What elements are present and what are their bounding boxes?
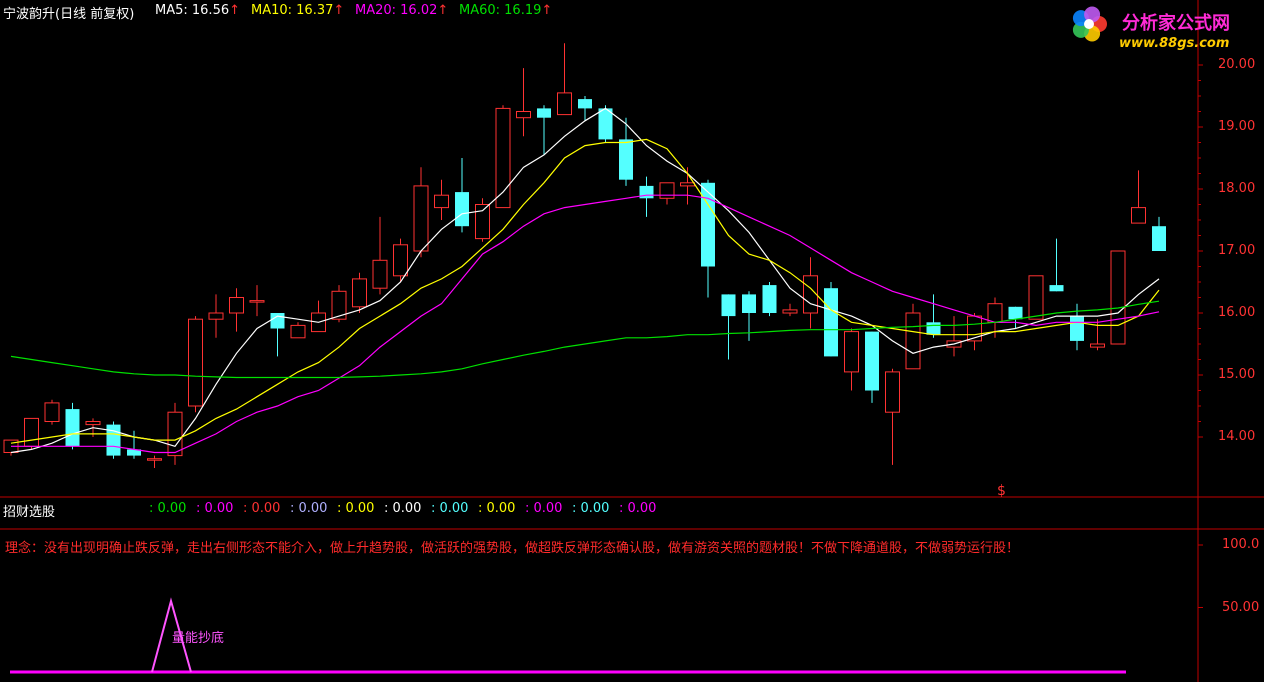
candle-body-down <box>762 285 777 313</box>
candle-body-down <box>106 424 121 456</box>
candle-body-up <box>1131 207 1146 224</box>
candle-body-up <box>393 244 408 277</box>
candle-body-up <box>24 417 39 447</box>
price-tick-label: 16.00 <box>1218 305 1256 320</box>
candle-body-down <box>619 139 633 180</box>
candle-body-up <box>680 182 695 187</box>
candle-body-down <box>824 288 838 357</box>
candle-body-down <box>1070 316 1084 341</box>
candle-body-up <box>1090 343 1105 348</box>
candle-body-up <box>167 411 183 457</box>
candle-body-down <box>742 294 756 313</box>
indicator-value: : 0.00 <box>243 501 281 516</box>
ma5-line <box>10 107 1160 454</box>
indicator-value: : 0.00 <box>196 501 234 516</box>
candle-body-down <box>270 313 285 329</box>
indicator-tick-label: 100.0 <box>1222 537 1260 552</box>
candle-body-up <box>352 278 367 308</box>
candle-body-up <box>516 111 531 119</box>
ma60-legend: MA60: 16.19↑ <box>459 3 553 18</box>
candle-body-down <box>1008 306 1023 320</box>
candle-body-up <box>557 92 572 116</box>
indicator-name: 招财选股 <box>3 505 56 520</box>
ma5-legend: MA5: 16.56↑ <box>155 3 241 18</box>
candle-body-up <box>229 297 244 314</box>
indicator-value: : 0.00 <box>525 501 563 516</box>
candle-body-up <box>659 182 675 199</box>
candle-body-up <box>290 324 306 339</box>
indicator-value: : 0.00 <box>337 501 375 516</box>
ma20-legend: MA20: 16.02↑ <box>355 3 449 18</box>
ma20-line <box>11 194 1160 454</box>
price-tick-label: 18.00 <box>1218 181 1256 196</box>
stock-title: 宁波韵升(日线 前复权) <box>3 7 135 22</box>
indicator-value: : 0.00 <box>290 501 328 516</box>
signal-marker: $ <box>997 483 1006 499</box>
candle-body-down <box>455 192 469 227</box>
logo-center <box>1084 19 1094 29</box>
candle-body-up <box>413 185 429 252</box>
candle-body-down <box>578 99 592 109</box>
candle-body-down <box>65 409 80 447</box>
candle-body-down <box>721 294 736 317</box>
candle-body-up <box>147 458 162 461</box>
price-tick-label: 20.00 <box>1218 57 1256 72</box>
watermark-url: www.88gs.com <box>1119 36 1230 51</box>
candle-body-up <box>85 421 101 426</box>
candle-body-down <box>598 108 613 140</box>
indicator-tick-label: 50.00 <box>1222 599 1260 615</box>
candle-body-down <box>537 108 551 118</box>
candle-body-down <box>1152 226 1166 251</box>
candle-body-up <box>803 275 818 314</box>
indicator-value: : 0.00 <box>149 501 187 516</box>
candle-body-up <box>1028 275 1044 320</box>
indicator-value: : 0.00 <box>478 501 516 516</box>
candle-body-up <box>782 309 798 314</box>
candle-body-up <box>188 318 203 407</box>
price-tick-label: 15.00 <box>1218 367 1256 382</box>
indicator-value: : 0.00 <box>572 501 610 516</box>
candle-body-up <box>44 402 60 422</box>
candle-body-up <box>987 303 1003 323</box>
price-tick-label: 17.00 <box>1218 243 1256 258</box>
candle-body-up <box>372 259 388 289</box>
stock-chart[interactable]: $ <box>0 0 1264 682</box>
ma60-line <box>10 300 1160 379</box>
candle-body-down <box>1049 285 1064 292</box>
indicator-value: : 0.00 <box>431 501 469 516</box>
indicator-value: : 0.00 <box>384 501 422 516</box>
candle-body-up <box>475 204 490 240</box>
candle-body-up <box>885 371 900 413</box>
chart-window: $ 宁波韵升(日线 前复权) MA5: 16.56↑ MA10: 16.37↑ … <box>0 0 1264 682</box>
candle-body-up <box>844 331 859 373</box>
ma10-line <box>10 138 1160 444</box>
strategy-note: 理念：没有出现明确止跌反弹，走出右侧形态不能介入，做上升趋势股，做活跃的强势股，… <box>5 541 1020 556</box>
candle-body-down <box>926 322 941 335</box>
watermark-brand: 分析家公式网 <box>1122 13 1230 34</box>
candle-body-up <box>1110 250 1126 345</box>
price-tick-label: 19.00 <box>1218 119 1256 134</box>
signal-label: 量能抄底 <box>172 631 225 646</box>
price-tick-label: 14.00 <box>1218 429 1256 444</box>
indicator-value: : 0.00 <box>619 501 657 516</box>
ma10-legend: MA10: 16.37↑ <box>251 3 345 18</box>
candle-body-up <box>208 312 224 320</box>
candle-body-down <box>865 331 879 391</box>
candle-body-down <box>701 182 715 267</box>
candle-body-up <box>249 300 265 303</box>
candle-body-up <box>905 312 921 370</box>
candle-body-up <box>434 194 449 209</box>
